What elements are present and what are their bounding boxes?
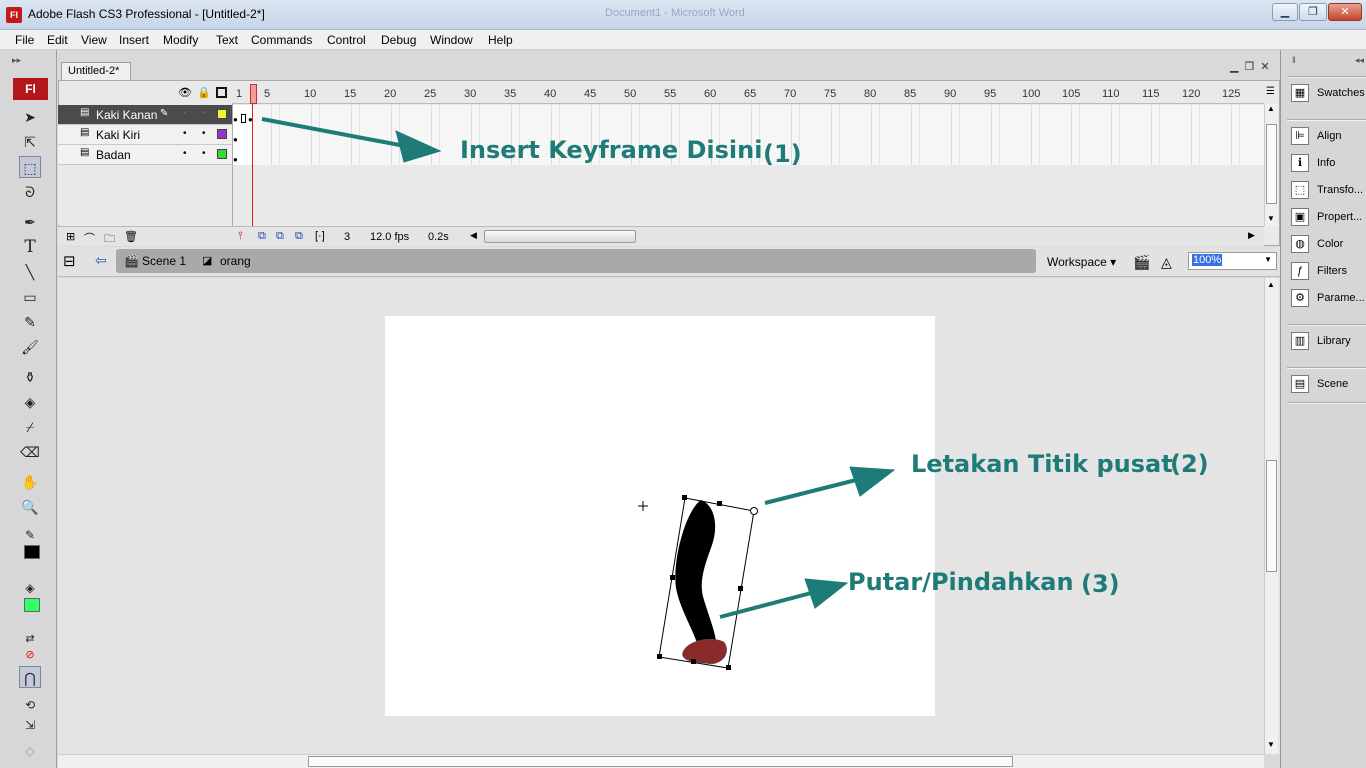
panel-label: Swatches [1317, 87, 1365, 99]
scroll-thumb[interactable] [1266, 460, 1277, 572]
filters-icon: ƒ [1291, 262, 1309, 280]
scroll-down-icon[interactable]: ▼ [1267, 740, 1275, 749]
dock-separator [1287, 402, 1366, 404]
panel-label: Library [1317, 335, 1351, 347]
panel-parameters[interactable]: ⚙ Parame... [1287, 286, 1366, 311]
stage-horizontal-scrollbar[interactable] [58, 754, 1264, 768]
annotation-text: Insert Keyframe Disini [460, 136, 763, 164]
transform-point-handle [750, 507, 758, 515]
panel-filters[interactable]: ƒ Filters [1287, 259, 1366, 284]
annotation-arrows [261, 117, 896, 619]
panel-align[interactable]: ⊫ Align [1287, 124, 1366, 149]
panel-properties[interactable]: ▣ Propert... [1287, 205, 1366, 230]
stage-drawing [261, 117, 896, 670]
panel-label: Propert... [1317, 211, 1363, 223]
dock-grip-icon[interactable]: ‖ [1292, 55, 1296, 65]
dock-separator [1287, 119, 1366, 121]
annotation-rotate-move: Putar/Pindahkan [848, 568, 1074, 596]
annotation-insert-keyframe: Insert Keyframe Disini [460, 136, 762, 164]
scene-icon: ▤ [1291, 375, 1309, 393]
foot-shape [682, 639, 727, 665]
annotation-number-1: (1) [763, 140, 802, 168]
dock-separator [1287, 324, 1366, 326]
color-icon: ◍ [1291, 235, 1309, 253]
panel-label: Filters [1317, 265, 1347, 277]
panel-label: Color [1317, 238, 1344, 250]
library-icon: ▥ [1291, 332, 1309, 350]
info-icon: ℹ [1291, 154, 1309, 172]
annotation-number-2: (2) [1170, 450, 1209, 478]
panel-label: Transfo... [1317, 184, 1364, 196]
scroll-thumb[interactable] [308, 756, 1013, 767]
annotation-place-pivot: Letakan Titik pusat [911, 450, 1173, 478]
panel-label: Align [1317, 130, 1342, 142]
transform-icon: ⬚ [1291, 181, 1309, 199]
scroll-up-icon[interactable]: ▲ [1267, 280, 1275, 289]
stage-vertical-scrollbar[interactable]: ▲ ▼ [1264, 278, 1278, 754]
panel-swatches[interactable]: ▦ Swatches [1287, 81, 1366, 106]
panel-label: Scene [1317, 378, 1349, 390]
panel-label: Info [1317, 157, 1336, 169]
properties-icon: ▣ [1291, 208, 1309, 226]
panel-info[interactable]: ℹ Info [1287, 151, 1366, 176]
panel-label: Parame... [1317, 292, 1365, 304]
panel-scene[interactable]: ▤ Scene [1287, 372, 1366, 397]
registration-point-icon [638, 501, 648, 511]
leg-shape [675, 500, 717, 652]
panel-color[interactable]: ◍ Color [1287, 232, 1366, 257]
dock-expand-icon[interactable]: ◂◂ [1355, 55, 1364, 66]
annotation-number-3: (3) [1081, 570, 1120, 598]
align-icon: ⊫ [1291, 127, 1309, 145]
swatches-icon: ▦ [1291, 84, 1309, 102]
dock-separator [1287, 76, 1366, 78]
panel-library[interactable]: ▥ Library [1287, 329, 1366, 354]
panel-transform[interactable]: ⬚ Transfo... [1287, 178, 1366, 203]
parameters-icon: ⚙ [1291, 289, 1309, 307]
dock-separator [1287, 367, 1366, 369]
